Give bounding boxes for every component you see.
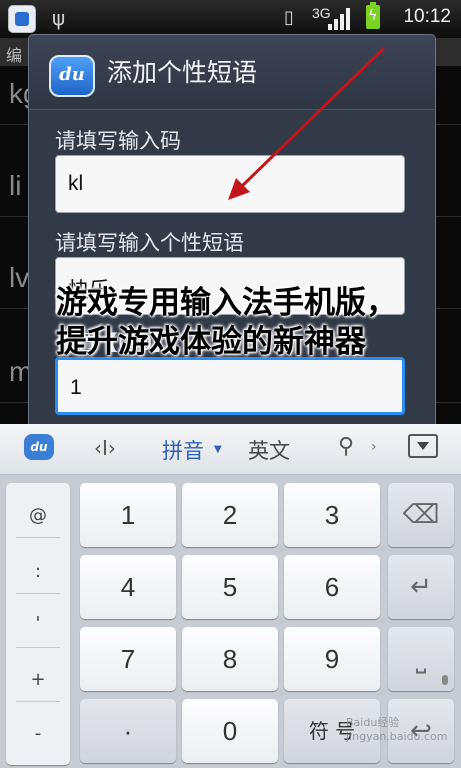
code-input[interactable]: kl [55,155,405,213]
dialog-header: du 添加个性短语 [29,35,435,110]
cursor-move-icon[interactable]: ‹I› [94,436,116,460]
search-chevron-icon[interactable]: › [371,439,377,455]
keyboard-toolbar: du ‹I› 拼音 ▼ 英文 ⚲ › [0,424,461,475]
symbol-key[interactable]: + [6,669,70,690]
key-0[interactable]: 0 [182,699,278,763]
key-7[interactable]: 7 [80,627,176,691]
hide-keyboard-icon[interactable] [408,434,438,458]
backspace-icon: ⌫ [402,500,440,530]
symbol-key[interactable]: @ [6,505,70,526]
baidu-input-menu-icon[interactable]: du [24,434,54,460]
divider [16,593,60,594]
key-3[interactable]: 3 [284,483,380,547]
dot-key[interactable]: · [80,699,176,763]
key-8[interactable]: 8 [182,627,278,691]
symbol-key[interactable]: : [6,561,70,582]
position-input[interactable]: 1 [55,357,405,415]
mic-icon [442,675,448,685]
backspace-key[interactable]: ⌫ [388,483,454,547]
battery-icon: ϟ [366,2,380,29]
phrase-label: 请填写输入个性短语 [55,231,244,255]
key-9[interactable]: 9 [284,627,380,691]
divider [16,537,60,538]
dialog-title: 添加个性短语 [107,58,258,87]
key-4[interactable]: 4 [80,555,176,619]
background-header-text: 编 [6,46,23,65]
add-phrase-dialog: du 添加个性短语 请填写输入码 kl 请填写输入个性短语 快乐 位置【0-9】… [28,34,436,428]
watermark: Baidu经验 jingyan.baidu.com [346,716,448,743]
enter-key[interactable]: ↵ [388,555,454,619]
key-1[interactable]: 1 [80,483,176,547]
clock: 10:12 [403,6,451,27]
search-icon[interactable]: ⚲ [338,434,354,459]
symbol-key[interactable]: - [6,723,70,744]
pinyin-dropdown-icon[interactable]: ▼ [214,444,222,455]
list-item-text: lv [9,262,30,293]
divider [16,647,60,648]
baidu-app-notification-icon [8,5,36,33]
key-2[interactable]: 2 [182,483,278,547]
key-6[interactable]: 6 [284,555,380,619]
divider [16,701,60,702]
baidu-input-logo-icon: du [49,55,95,97]
signal-icon [328,8,350,30]
space-key[interactable]: ⎵ [388,627,454,691]
usb-icon: ψ [52,6,66,30]
symbol-key[interactable]: ' [6,613,70,634]
key-5[interactable]: 5 [182,555,278,619]
pinyin-mode-button[interactable]: 拼音 [162,435,204,465]
english-mode-button[interactable]: 英文 [248,435,290,465]
vibrate-icon: ▯ [284,7,294,28]
symbol-column[interactable]: @ : ' + - [6,483,70,765]
list-item-text: li [9,170,22,201]
enter-icon: ↵ [410,572,432,602]
overlay-title: 游戏专用输入法手机版，提升游戏体验的新神器 [56,285,397,360]
code-label: 请填写输入码 [55,129,181,153]
